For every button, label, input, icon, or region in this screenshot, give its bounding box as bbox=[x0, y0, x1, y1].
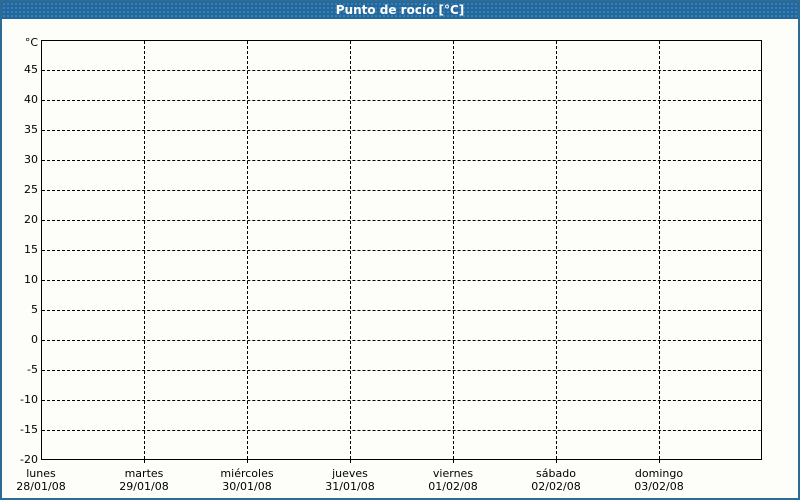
x-label-day: jueves bbox=[332, 467, 368, 480]
horizontal-gridline bbox=[42, 130, 761, 131]
horizontal-gridline bbox=[42, 250, 761, 251]
y-tick-label: 40 bbox=[24, 93, 38, 106]
x-label-date: 03/02/08 bbox=[634, 480, 684, 493]
y-tick-label: -5 bbox=[27, 363, 38, 376]
chart-title: Punto de rocío [°C] bbox=[335, 3, 465, 17]
y-tick-label: 35 bbox=[24, 123, 38, 136]
vertical-gridline bbox=[247, 41, 248, 459]
horizontal-gridline bbox=[42, 160, 761, 161]
y-tick-label: 0 bbox=[31, 333, 38, 346]
y-tick-label: 20 bbox=[24, 213, 38, 226]
horizontal-gridline bbox=[42, 400, 761, 401]
x-label-date: 01/02/08 bbox=[428, 480, 478, 493]
horizontal-gridline bbox=[42, 220, 761, 221]
horizontal-gridline bbox=[42, 280, 761, 281]
x-label-day: lunes bbox=[26, 467, 56, 480]
y-tick-label: 5 bbox=[31, 303, 38, 316]
vertical-gridline bbox=[659, 41, 660, 459]
y-axis-unit-label: °C bbox=[24, 36, 38, 49]
chart-window: Punto de rocío [°C] °C 45 40 35 30 25 20 15 10 5… bbox=[0, 0, 800, 500]
x-label-date: 02/02/08 bbox=[531, 480, 581, 493]
horizontal-gridline bbox=[42, 370, 761, 371]
y-tick-label: 10 bbox=[24, 273, 38, 286]
x-label-day: martes bbox=[124, 467, 164, 480]
y-tick-label: -20 bbox=[20, 453, 38, 466]
x-axis-tick bbox=[247, 460, 248, 463]
vertical-gridline bbox=[556, 41, 557, 459]
y-tick-label: 45 bbox=[24, 63, 38, 76]
y-tick-label: 15 bbox=[24, 243, 38, 256]
x-label-day: domingo bbox=[634, 467, 684, 480]
y-tick-label: -10 bbox=[20, 393, 38, 406]
x-label-date: 31/01/08 bbox=[325, 480, 375, 493]
vertical-gridline bbox=[453, 41, 454, 459]
x-label-day: sábado bbox=[536, 467, 576, 480]
horizontal-gridline bbox=[42, 340, 761, 341]
horizontal-gridline bbox=[42, 430, 761, 431]
x-label-date: 30/01/08 bbox=[222, 480, 272, 493]
x-axis-tick bbox=[144, 460, 145, 463]
x-label-date: 28/01/08 bbox=[16, 480, 66, 493]
horizontal-gridline bbox=[42, 190, 761, 191]
x-axis-tick bbox=[453, 460, 454, 463]
horizontal-gridline bbox=[42, 70, 761, 71]
x-label-date: 29/01/08 bbox=[119, 480, 169, 493]
y-tick-label: 25 bbox=[24, 183, 38, 196]
plot-area bbox=[41, 40, 762, 460]
horizontal-gridline bbox=[42, 100, 761, 101]
chart-area: °C 45 40 35 30 25 20 15 10 5 0 -5 -10 -15 -20 lunes 28/… bbox=[2, 19, 798, 498]
x-axis-tick bbox=[556, 460, 557, 463]
x-label-day: miércoles bbox=[220, 467, 274, 480]
horizontal-gridline bbox=[42, 310, 761, 311]
x-label-day: viernes bbox=[432, 467, 474, 480]
x-axis-tick bbox=[350, 460, 351, 463]
x-axis-tick bbox=[659, 460, 660, 463]
y-tick-label: -15 bbox=[20, 423, 38, 436]
vertical-gridline bbox=[350, 41, 351, 459]
vertical-gridline bbox=[144, 41, 145, 459]
chart-title-bar: Punto de rocío [°C] bbox=[2, 2, 798, 19]
y-tick-label: 30 bbox=[24, 153, 38, 166]
